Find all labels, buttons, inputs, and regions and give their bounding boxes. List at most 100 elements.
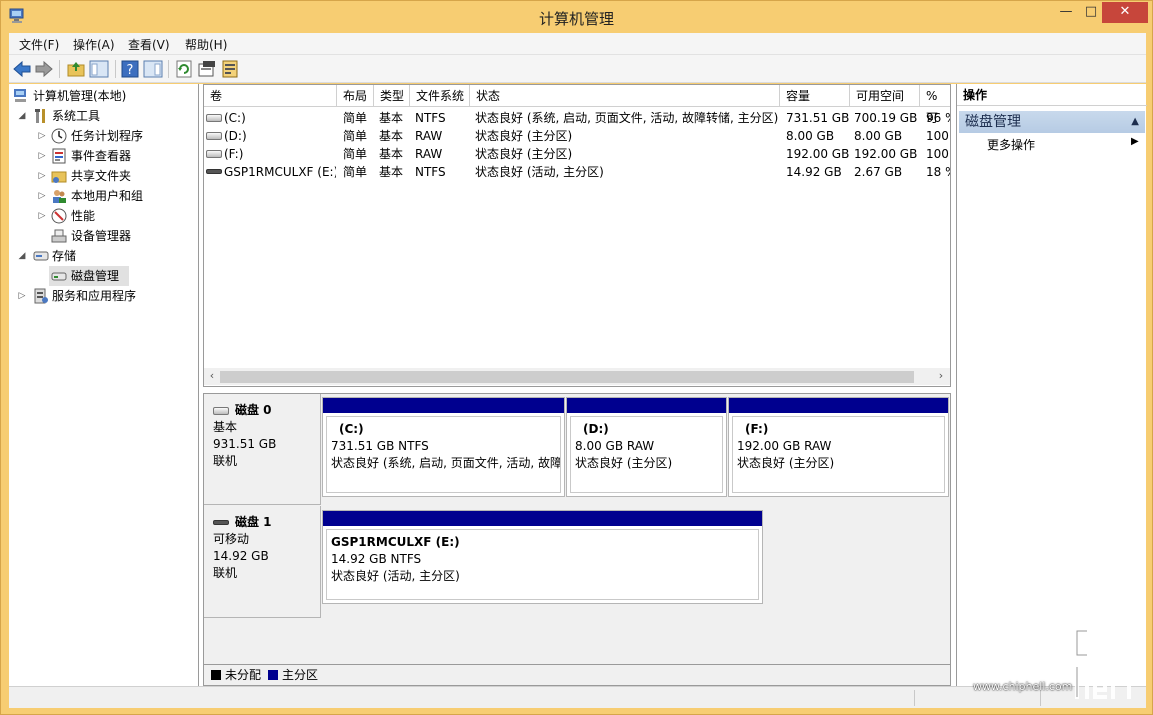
partition-d[interactable]: (D:) 8.00 GB RAW 状态良好 (主分区) [566,397,727,497]
collapsed-arrow-icon[interactable]: ▷ [17,286,27,306]
cell-filesystem: RAW [415,147,443,161]
partition-e[interactable]: GSP1RMCULXF (E:) 14.92 GB NTFS 状态良好 (活动,… [322,510,763,604]
cell-volume: (D:) [224,129,247,143]
column-header-free-space[interactable]: 可用空间 [850,85,920,107]
menu-view[interactable]: 查看(V) [128,36,170,53]
cell-volume: (C:) [224,111,246,125]
table-row[interactable]: (C:) 简单 基本 NTFS 状态良好 (系统, 启动, 页面文件, 活动, 故障转储… [204,109,950,127]
tree-label: 服务和应用程序 [52,289,137,303]
refresh-icon[interactable] [174,59,194,79]
menu-help[interactable]: 帮助(H) [185,36,227,53]
tree-item-performance[interactable]: ▷ 性能 [11,206,197,226]
horizontal-scrollbar[interactable]: ‹ › [204,368,950,385]
column-header-filesystem[interactable]: 文件系统 [410,85,470,107]
more-actions-item[interactable]: 更多操作 [987,136,1035,153]
window-title: 计算机管理 [538,10,614,28]
disk-kind: 基本 [213,420,238,434]
drive-icon [206,114,222,122]
menu-file[interactable]: 文件(F) [19,36,59,53]
device-manager-icon [51,229,67,243]
action-pane-icon[interactable] [143,59,163,79]
computer-management-icon [14,89,26,102]
collapsed-arrow-icon[interactable]: ▷ [37,146,47,166]
clock-icon [51,128,67,144]
submenu-arrow-icon[interactable]: ▶ [1131,136,1139,147]
scroll-right-icon[interactable]: › [934,369,948,382]
tree-item-event-viewer[interactable]: ▷ 事件查看器 [11,146,197,166]
cell-free-space: 2.67 GB [854,165,903,179]
expanded-arrow-icon[interactable]: ◢ [17,246,27,266]
column-header-layout[interactable]: 布局 [337,85,374,107]
legend-primary-label: 主分区 [282,668,319,682]
collapsed-arrow-icon[interactable]: ▷ [37,126,47,146]
disk-0-label[interactable]: 磁盘 0 基本 931.51 GB 联机 [204,394,321,505]
table-row[interactable]: GSP1RMCULXF (E:) 简单 基本 NTFS 状态良好 (活动, 主分区) 14… [204,163,950,181]
svg-text:?: ? [127,63,134,78]
title-bar[interactable]: 计算机管理 — □ ✕ [1,1,1152,33]
forward-icon[interactable] [34,59,54,79]
tree-item-computer-management[interactable]: 计算机管理(本地) [11,86,197,106]
partition-color-bar [729,398,948,413]
back-icon[interactable] [12,59,32,79]
cell-free-space: 8.00 GB [854,129,903,143]
tree-item-storage[interactable]: ◢ 存储 [11,246,197,266]
partition-f[interactable]: (F:) 192.00 GB RAW 状态良好 (主分区) [728,397,949,497]
up-folder-icon[interactable] [66,59,86,79]
scroll-left-icon[interactable]: ‹ [205,369,219,382]
cell-capacity: 731.51 GB [786,111,850,125]
expanded-arrow-icon[interactable]: ◢ [17,106,27,126]
tree-item-local-users[interactable]: ▷ 本地用户和组 [11,186,197,206]
disk-graph-view: 磁盘 0 基本 931.51 GB 联机 (C:) 731.51 GB NTFS… [203,393,951,686]
cell-capacity: 14.92 GB [786,165,842,179]
show-hide-tree-icon[interactable] [89,59,109,79]
partition-c[interactable]: (C:) 731.51 GB NTFS 状态良好 (系统, 启动, 页面文件, … [322,397,565,497]
collapse-up-icon[interactable]: ▲ [1131,111,1139,133]
primary-partition-swatch [268,670,278,680]
cell-volume: (F:) [224,147,244,161]
cell-type: 基本 [379,129,404,143]
cell-status: 状态良好 (主分区) [475,129,573,143]
actions-group-disk-management[interactable]: 磁盘管理 ▲ [959,111,1145,133]
event-viewer-icon [52,148,66,164]
menu-action[interactable]: 操作(A) [73,36,115,53]
tree-item-disk-management[interactable]: 磁盘管理 [49,266,129,286]
tree-label: 设备管理器 [71,229,132,243]
maximize-button[interactable]: □ [1077,2,1105,23]
partition-size: 8.00 GB RAW [575,439,655,453]
partition-size: 14.92 GB NTFS [331,552,422,566]
tree-item-system-tools[interactable]: ◢ 系统工具 [11,106,197,126]
table-row[interactable]: (F:) 简单 基本 RAW 状态良好 (主分区) 192.00 GB 192.00 GB 1… [204,145,950,163]
collapsed-arrow-icon[interactable]: ▷ [37,206,47,226]
collapsed-arrow-icon[interactable]: ▷ [37,166,47,186]
partition-status: 状态良好 (系统, 启动, 页面文件, 活动, 故障 [331,456,561,470]
main-pane: 卷 布局 类型 文件系统 状态 容量 可用空间 % 可 (C:) 简单 基本 NTFS… [203,84,951,686]
disk-1-label[interactable]: 磁盘 1 可移动 14.92 GB 联机 [204,506,321,618]
tree-item-services-apps[interactable]: ▷ 服务和应用程序 [11,286,197,306]
cell-layout: 简单 [343,129,368,143]
minimize-button[interactable]: — [1052,2,1080,23]
partition-title: (D:) [583,422,609,436]
column-header-capacity[interactable]: 容量 [780,85,850,107]
column-header-type[interactable]: 类型 [374,85,410,107]
tree-item-device-manager[interactable]: 设备管理器 [11,226,197,246]
collapsed-arrow-icon[interactable]: ▷ [37,186,47,206]
scrollbar-thumb[interactable] [220,371,914,383]
help-icon[interactable]: ? [120,59,140,79]
toolbar: ? [9,55,1146,83]
column-header-volume[interactable]: 卷 [204,85,337,107]
table-row[interactable]: (D:) 简单 基本 RAW 状态良好 (主分区) 8.00 GB 8.00 GB 100 [204,127,950,145]
properties-icon[interactable] [197,59,217,79]
tree-label: 共享文件夹 [71,169,132,183]
tree-item-task-scheduler[interactable]: ▷ 任务计划程序 [11,126,197,146]
disk-size: 931.51 GB [213,437,277,451]
tree-item-shared-folders[interactable]: ▷ 共享文件夹 [11,166,197,186]
partition-size: 192.00 GB RAW [737,439,832,453]
column-header-status[interactable]: 状态 [470,85,780,107]
column-header-percent-free[interactable]: % 可 [920,85,950,125]
close-button[interactable]: ✕ [1102,2,1148,23]
cell-status: 状态良好 (系统, 启动, 页面文件, 活动, 故障转储, 主分区) [475,111,779,125]
unallocated-swatch [211,670,221,680]
cell-filesystem: RAW [415,129,443,143]
export-list-icon[interactable] [220,59,240,79]
drive-icon [206,132,222,140]
